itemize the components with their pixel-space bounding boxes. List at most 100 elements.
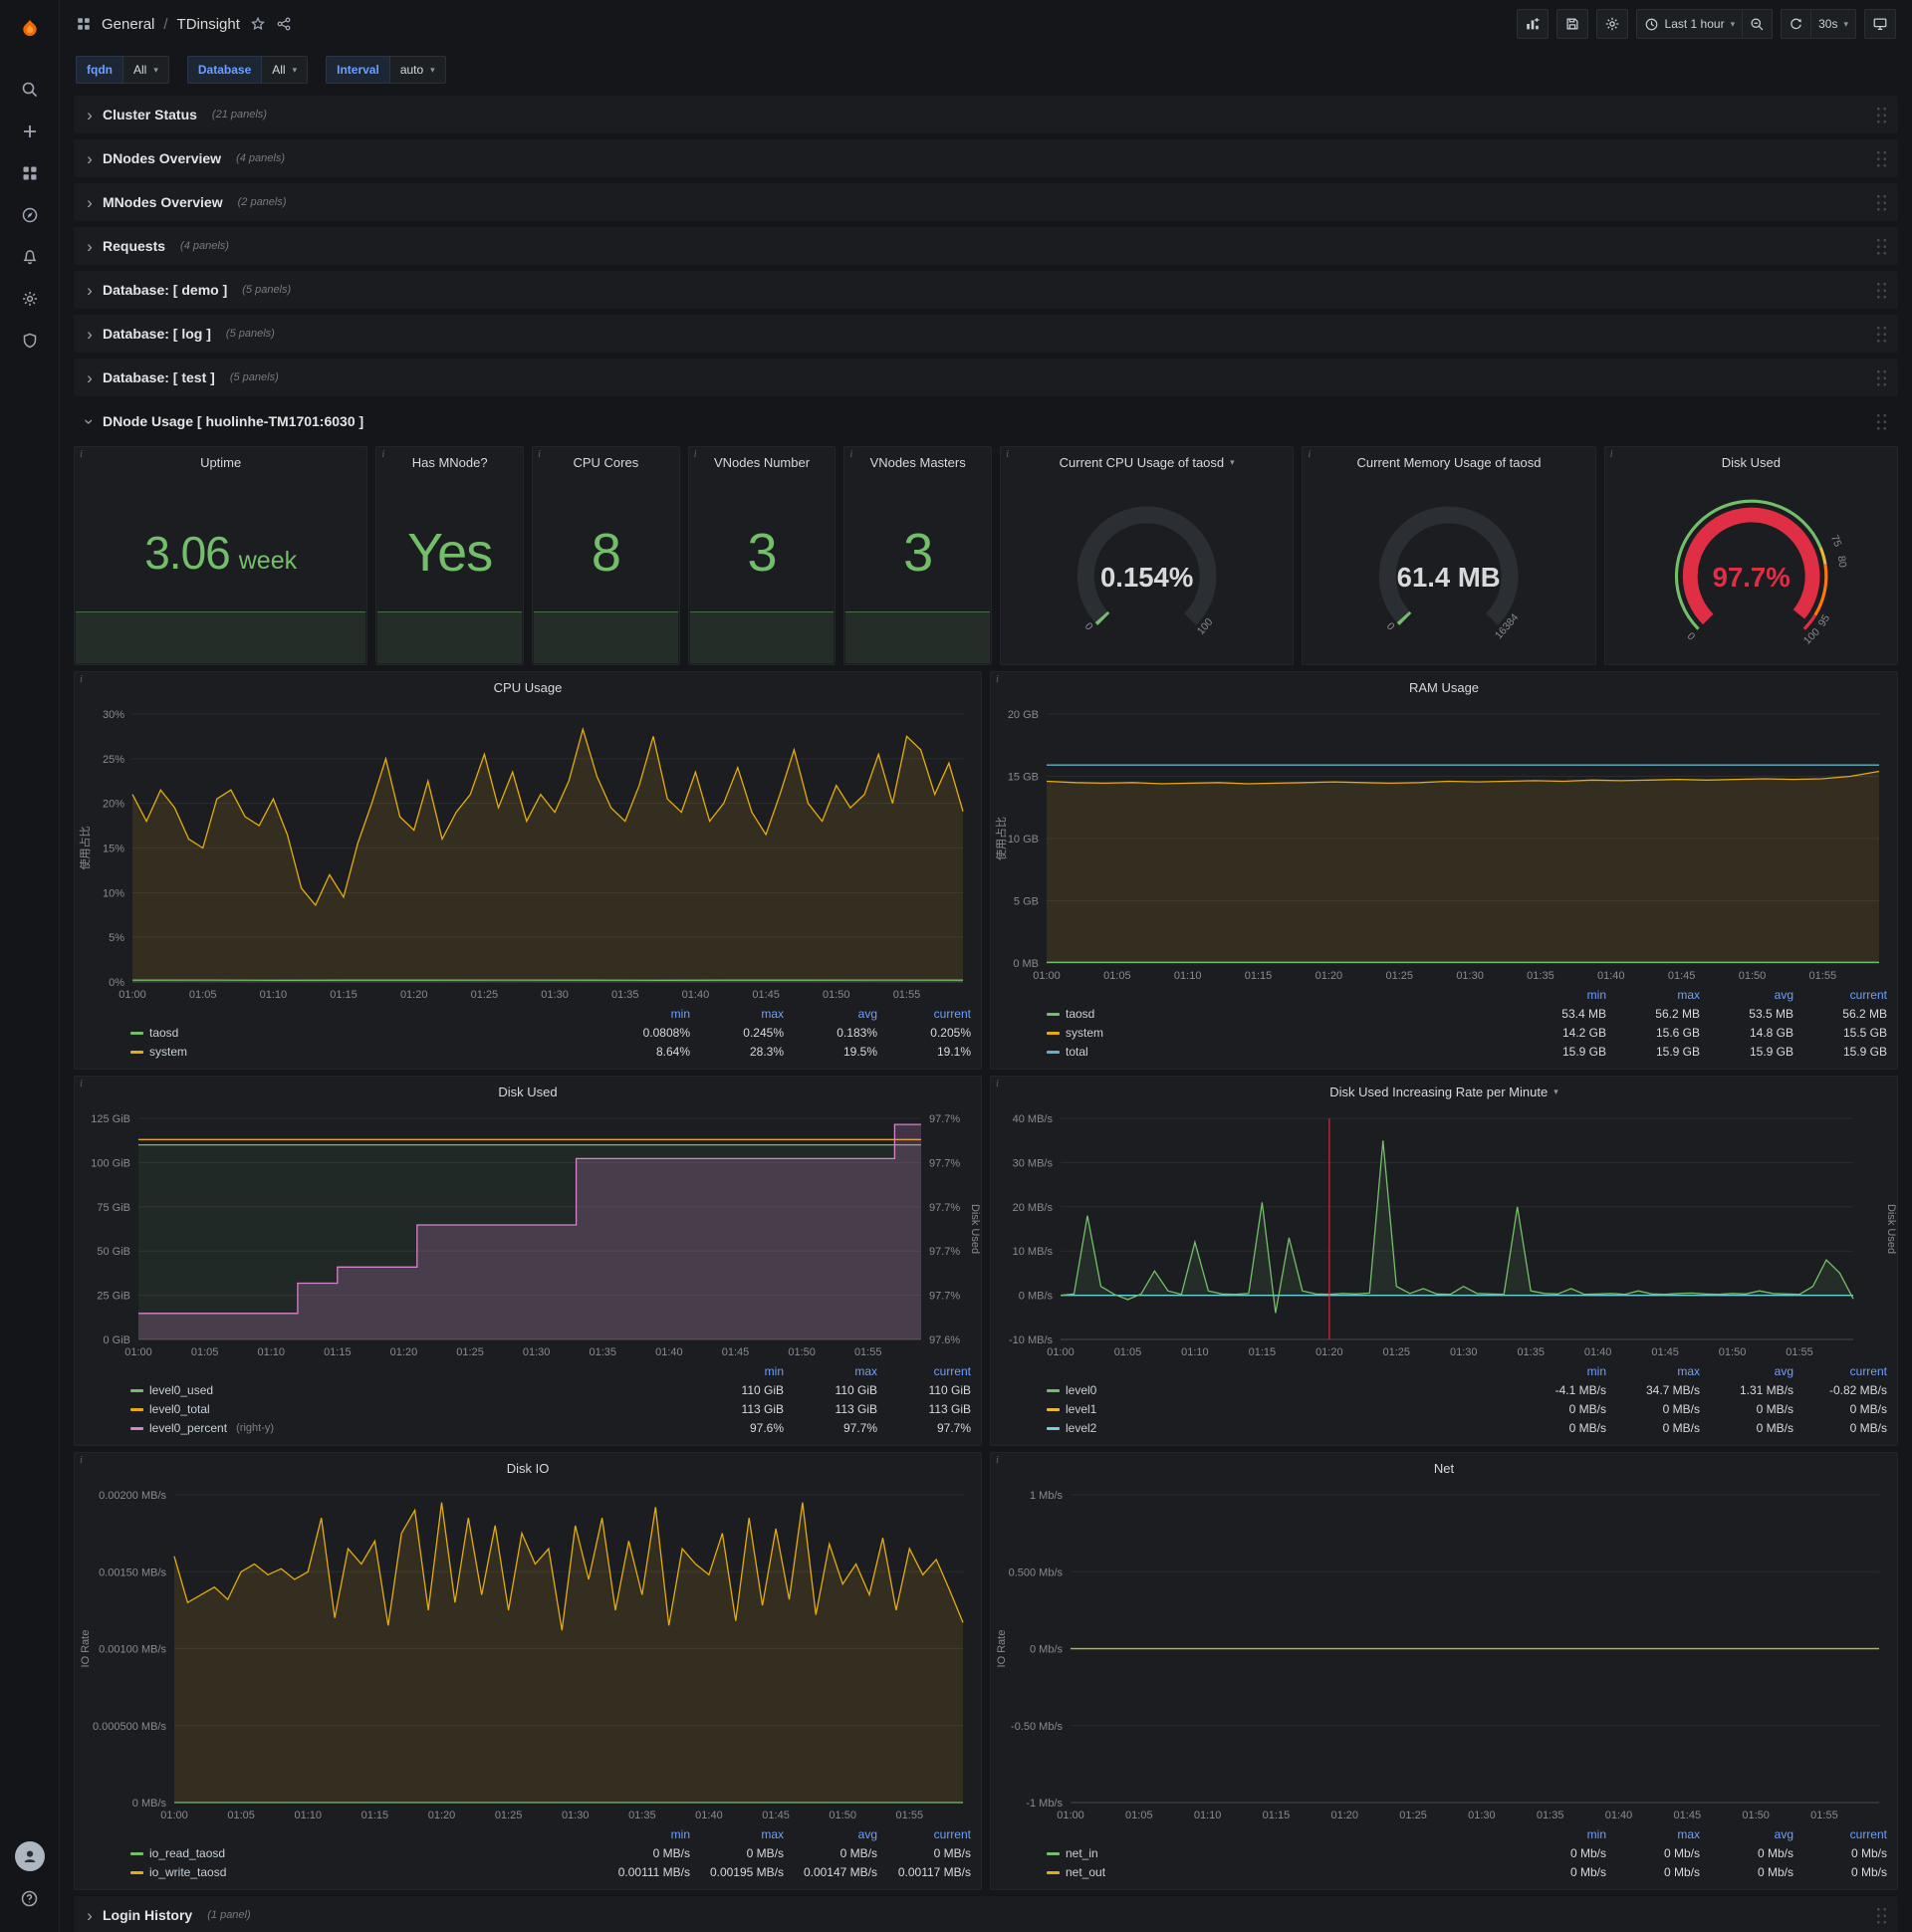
dashboard-row-login-history[interactable]: › Login History (1 panel) xyxy=(74,1896,1898,1932)
row-title[interactable]: Database: [ test ] xyxy=(103,369,215,385)
row-title[interactable]: Database: [ demo ] xyxy=(103,282,227,298)
panel-info-icon[interactable]: i xyxy=(996,673,999,685)
legend-col-header[interactable]: min xyxy=(1513,986,1606,1005)
panel-info-icon[interactable]: i xyxy=(1006,448,1009,460)
variable-interval[interactable]: Interval auto ▾ xyxy=(326,56,446,84)
panel-title[interactable]: Current CPU Usage of taosd ▾ xyxy=(1001,447,1293,477)
panel-title[interactable]: CPU Cores xyxy=(533,447,679,477)
legend-col-header[interactable]: max xyxy=(690,1005,784,1024)
legend-col-header[interactable]: min xyxy=(690,1362,784,1381)
variable-database[interactable]: Database All ▾ xyxy=(186,56,309,84)
legend-col-header[interactable]: max xyxy=(1606,986,1700,1005)
drag-handle-icon[interactable] xyxy=(1875,105,1888,124)
legend-series[interactable]: level0_used xyxy=(130,1381,690,1400)
legend-col-header[interactable]: max xyxy=(1606,1362,1700,1381)
row-title[interactable]: Requests xyxy=(103,238,165,254)
panel-info-icon[interactable]: i xyxy=(996,1454,999,1466)
dashboard-row[interactable]: › Requests (4 panels) xyxy=(74,227,1898,265)
legend-col-header[interactable]: avg xyxy=(1700,1362,1793,1381)
zoom-out-time-button[interactable] xyxy=(1742,9,1774,39)
chart-canvas[interactable]: 20 GB 15 GB 10 GB 5 GB 0 MB 01:00 01:05 01:10 01… xyxy=(991,702,1897,985)
legend-series[interactable]: net_in xyxy=(1047,1844,1513,1863)
drag-handle-icon[interactable] xyxy=(1875,411,1888,431)
row-title[interactable]: Cluster Status xyxy=(103,107,197,122)
breadcrumb-dashboard[interactable]: TDinsight xyxy=(177,16,240,33)
variable-value-dropdown[interactable]: All ▾ xyxy=(123,56,169,84)
variable-value-dropdown[interactable]: All ▾ xyxy=(262,56,309,84)
legend-series[interactable]: io_write_taosd xyxy=(130,1863,597,1882)
panel-info-icon[interactable]: i xyxy=(538,448,541,460)
panel-info-icon[interactable]: i xyxy=(80,1454,83,1466)
explore-compass-icon[interactable] xyxy=(9,195,51,235)
chart-canvas[interactable]: 0.00200 MB/s 0.00150 MB/s 0.00100 MB/s 0.00… xyxy=(75,1483,981,1824)
panel-title[interactable]: Uptime xyxy=(75,447,366,477)
panel-title[interactable]: Disk Used Increasing Rate per Minute ▾ xyxy=(991,1077,1897,1106)
legend-series[interactable]: level1 xyxy=(1047,1400,1513,1419)
dashboard-grid-icon[interactable] xyxy=(76,16,92,32)
legend-series[interactable]: level2 xyxy=(1047,1419,1513,1438)
dashboard-settings-button[interactable] xyxy=(1595,9,1628,39)
drag-handle-icon[interactable] xyxy=(1875,280,1888,300)
legend-col-header[interactable]: min xyxy=(1513,1362,1606,1381)
drag-handle-icon[interactable] xyxy=(1875,1905,1888,1925)
legend-series[interactable]: total xyxy=(1047,1043,1513,1062)
panel-info-icon[interactable]: i xyxy=(80,673,83,685)
dashboard-row[interactable]: › MNodes Overview (2 panels) xyxy=(74,183,1898,221)
dashboard-row[interactable]: › DNodes Overview (4 panels) xyxy=(74,139,1898,177)
legend-series[interactable]: io_read_taosd xyxy=(130,1844,597,1863)
panel-title[interactable]: Disk Used xyxy=(1605,447,1897,477)
panel-title[interactable]: VNodes Number xyxy=(689,447,836,477)
legend-series[interactable]: level0 xyxy=(1047,1381,1513,1400)
legend-col-header[interactable]: max xyxy=(784,1362,877,1381)
panel-info-icon[interactable]: i xyxy=(80,448,83,460)
legend-col-header[interactable]: max xyxy=(690,1825,784,1844)
legend-col-header[interactable]: avg xyxy=(784,1825,877,1844)
configuration-gear-icon[interactable] xyxy=(9,279,51,319)
row-title[interactable]: Database: [ log ] xyxy=(103,326,211,342)
alerting-bell-icon[interactable] xyxy=(9,237,51,277)
share-icon[interactable] xyxy=(276,16,292,32)
grafana-logo-icon[interactable] xyxy=(9,8,51,54)
dashboard-row[interactable]: › Cluster Status (21 panels) xyxy=(74,96,1898,133)
dashboard-row[interactable]: › Database: [ demo ] (5 panels) xyxy=(74,271,1898,309)
legend-series[interactable]: taosd xyxy=(130,1024,597,1043)
row-title[interactable]: MNodes Overview xyxy=(103,194,223,210)
legend-col-header[interactable]: min xyxy=(597,1005,690,1024)
panel-title[interactable]: RAM Usage xyxy=(991,672,1897,702)
dashboard-row[interactable]: › Database: [ test ] (5 panels) xyxy=(74,359,1898,396)
legend-series[interactable]: system xyxy=(130,1043,597,1062)
panel-info-icon[interactable]: i xyxy=(996,1078,999,1089)
search-icon[interactable] xyxy=(9,70,51,110)
help-icon[interactable] xyxy=(9,1878,51,1918)
chart-canvas[interactable]: 125 GiB 100 GiB 75 GiB 50 GiB 25 GiB 0 GiB 97.… xyxy=(75,1106,981,1361)
legend-series[interactable]: system xyxy=(1047,1024,1513,1043)
legend-col-header[interactable]: current xyxy=(877,1362,971,1381)
server-admin-shield-icon[interactable] xyxy=(9,321,51,361)
legend-col-header[interactable]: avg xyxy=(1700,986,1793,1005)
panel-title[interactable]: Disk Used xyxy=(75,1077,981,1106)
star-icon[interactable] xyxy=(250,16,266,32)
row-title[interactable]: Login History xyxy=(103,1907,192,1923)
panel-info-icon[interactable]: i xyxy=(381,448,384,460)
row-title[interactable]: DNode Usage [ huolinhe-TM1701:6030 ] xyxy=(103,413,363,429)
refresh-interval-picker[interactable]: 30s ▾ xyxy=(1810,9,1856,39)
legend-col-header[interactable]: current xyxy=(877,1825,971,1844)
create-plus-icon[interactable] xyxy=(9,112,51,151)
legend-col-header[interactable]: min xyxy=(1513,1825,1606,1844)
panel-info-icon[interactable]: i xyxy=(1610,448,1613,460)
legend-col-header[interactable]: current xyxy=(1793,1362,1887,1381)
breadcrumb-folder[interactable]: General xyxy=(102,16,154,33)
panel-title[interactable]: CPU Usage xyxy=(75,672,981,702)
user-avatar[interactable] xyxy=(9,1836,51,1876)
panel-info-icon[interactable]: i xyxy=(849,448,852,460)
variable-value-dropdown[interactable]: auto ▾ xyxy=(389,56,446,84)
dashboard-row[interactable]: › Database: [ log ] (5 panels) xyxy=(74,315,1898,353)
chart-canvas[interactable]: 1 Mb/s 0.500 Mb/s 0 Mb/s -0.50 Mb/s -1 Mb/s 0… xyxy=(991,1483,1897,1824)
legend-col-header[interactable]: avg xyxy=(784,1005,877,1024)
legend-col-header[interactable]: min xyxy=(597,1825,690,1844)
drag-handle-icon[interactable] xyxy=(1875,192,1888,212)
variable-fqdn[interactable]: fqdn All ▾ xyxy=(76,56,169,84)
legend-col-header[interactable]: current xyxy=(1793,986,1887,1005)
panel-info-icon[interactable]: i xyxy=(1308,448,1311,460)
legend-col-header[interactable]: max xyxy=(1606,1825,1700,1844)
